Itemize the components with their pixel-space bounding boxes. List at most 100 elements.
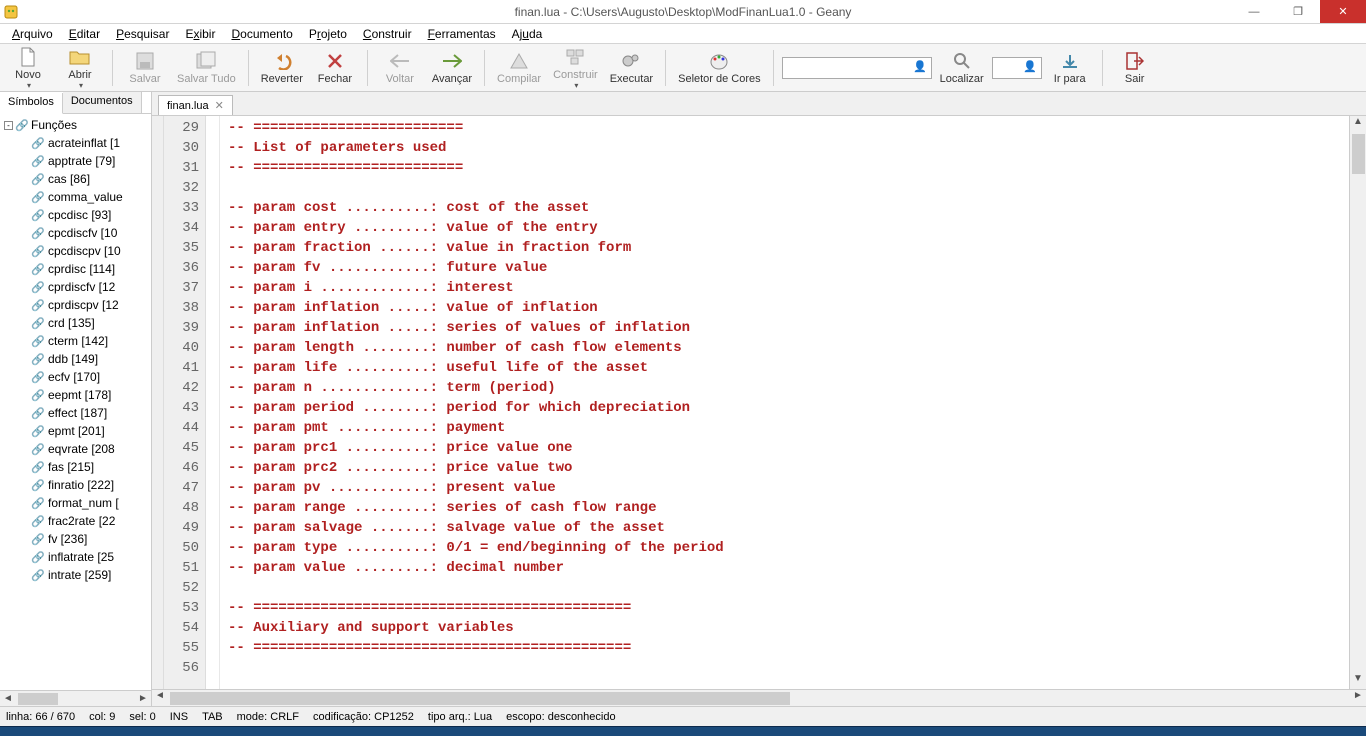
- symbol-item[interactable]: 🔗cpcdiscpv [10: [2, 242, 151, 260]
- bricks-icon: [564, 46, 586, 68]
- symbol-item[interactable]: 🔗format_num [: [2, 494, 151, 512]
- function-icon: 🔗: [32, 299, 44, 311]
- new-button[interactable]: Novo▾: [4, 46, 52, 90]
- window-title: finan.lua - C:\Users\Augusto\Desktop\Mod…: [515, 5, 852, 19]
- close-button[interactable]: ✕: [1320, 0, 1366, 23]
- quit-button[interactable]: Sair: [1111, 46, 1159, 90]
- separator: [248, 50, 249, 86]
- function-icon: 🔗: [16, 119, 28, 131]
- revert-button[interactable]: Reverter: [257, 46, 307, 90]
- symbol-item[interactable]: 🔗inflatrate [25: [2, 548, 151, 566]
- symbol-item[interactable]: 🔗ddb [149]: [2, 350, 151, 368]
- menu-documento[interactable]: Documento: [223, 25, 300, 43]
- tab-close-icon[interactable]: ✕: [215, 99, 224, 112]
- code-view[interactable]: -- =========================-- List of p…: [220, 116, 1349, 689]
- scroll-left-icon[interactable]: ◄: [0, 693, 16, 704]
- symbol-item[interactable]: 🔗cterm [142]: [2, 332, 151, 350]
- symbol-item[interactable]: 🔗eepmt [178]: [2, 386, 151, 404]
- symbol-item[interactable]: 🔗effect [187]: [2, 404, 151, 422]
- undo-icon: [271, 50, 293, 72]
- separator: [484, 50, 485, 86]
- sidebar-hscroll[interactable]: ◄ ►: [0, 690, 151, 706]
- function-icon: 🔗: [32, 389, 44, 401]
- back-button[interactable]: Voltar: [376, 46, 424, 90]
- titlebar: finan.lua - C:\Users\Augusto\Desktop\Mod…: [0, 0, 1366, 24]
- search-input[interactable]: 👤: [782, 57, 932, 79]
- symbol-item[interactable]: 🔗cpcdiscfv [10: [2, 224, 151, 242]
- symbol-item[interactable]: 🔗comma_value: [2, 188, 151, 206]
- line-gutter: 2930313233343536373839404142434445464748…: [164, 116, 206, 689]
- maximize-button[interactable]: ❐: [1276, 0, 1320, 23]
- status-ins: INS: [170, 711, 188, 723]
- menu-projeto[interactable]: Projeto: [301, 25, 355, 43]
- symbol-item[interactable]: 🔗ecfv [170]: [2, 368, 151, 386]
- scroll-thumb[interactable]: [1352, 134, 1365, 174]
- function-icon: 🔗: [32, 173, 44, 185]
- symbol-item[interactable]: 🔗cpcdisc [93]: [2, 206, 151, 224]
- main-area: Símbolos Documentos - 🔗 Funções 🔗acratei…: [0, 92, 1366, 706]
- statusbar: linha: 66 / 670 col: 9 sel: 0 INS TAB mo…: [0, 706, 1366, 726]
- symbol-item[interactable]: 🔗apptrate [79]: [2, 152, 151, 170]
- window-controls: ― ❐ ✕: [1232, 0, 1366, 23]
- editor-tab-finan[interactable]: finan.lua ✕: [158, 95, 233, 115]
- save-all-button[interactable]: Salvar Tudo: [173, 46, 240, 90]
- menu-pesquisar[interactable]: Pesquisar: [108, 25, 177, 43]
- editor-hscroll[interactable]: ◄ ►: [152, 689, 1366, 706]
- run-button[interactable]: Executar: [606, 46, 657, 90]
- goto-input[interactable]: 👤: [992, 57, 1042, 79]
- symbol-item[interactable]: 🔗crd [135]: [2, 314, 151, 332]
- symbol-item[interactable]: 🔗epmt [201]: [2, 422, 151, 440]
- build-button[interactable]: Construir▾: [549, 46, 602, 90]
- scroll-right-icon[interactable]: ►: [1350, 690, 1366, 706]
- scroll-left-icon[interactable]: ◄: [152, 690, 168, 706]
- symbol-item[interactable]: 🔗intrate [259]: [2, 566, 151, 584]
- status-filetype: tipo arq.: Lua: [428, 711, 492, 723]
- scroll-down-icon[interactable]: ▼: [1350, 673, 1366, 689]
- goto-button[interactable]: Ir para: [1046, 46, 1094, 90]
- symbol-list[interactable]: - 🔗 Funções 🔗acrateinflat [1🔗apptrate [7…: [0, 114, 151, 690]
- function-icon: 🔗: [32, 317, 44, 329]
- menu-editar[interactable]: Editar: [61, 25, 108, 43]
- scroll-right-icon[interactable]: ►: [135, 693, 151, 704]
- symbol-item[interactable]: 🔗cprdiscpv [12: [2, 296, 151, 314]
- app-icon: [0, 5, 22, 19]
- scroll-thumb[interactable]: [170, 692, 790, 705]
- status-line: linha: 66 / 670: [6, 711, 75, 723]
- symbol-root[interactable]: - 🔗 Funções: [2, 116, 151, 134]
- menu-construir[interactable]: Construir: [355, 25, 420, 43]
- color-picker-button[interactable]: Seletor de Cores: [674, 46, 765, 90]
- symbol-item[interactable]: 🔗eqvrate [208: [2, 440, 151, 458]
- function-icon: 🔗: [32, 263, 44, 275]
- menu-arquivo[interactable]: Arquivo: [4, 25, 61, 43]
- symbol-item[interactable]: 🔗fv [236]: [2, 530, 151, 548]
- symbol-item[interactable]: 🔗fas [215]: [2, 458, 151, 476]
- menu-ferramentas[interactable]: Ferramentas: [420, 25, 504, 43]
- tab-symbols[interactable]: Símbolos: [0, 93, 63, 114]
- open-button[interactable]: Abrir▾: [56, 46, 104, 90]
- symbol-item[interactable]: 🔗finratio [222]: [2, 476, 151, 494]
- arrow-left-icon: [389, 50, 411, 72]
- symbol-item[interactable]: 🔗frac2rate [22: [2, 512, 151, 530]
- tab-documents[interactable]: Documentos: [63, 92, 142, 113]
- editor-vscroll[interactable]: ▲ ▼: [1349, 116, 1366, 689]
- symbol-item[interactable]: 🔗acrateinflat [1: [2, 134, 151, 152]
- scroll-thumb[interactable]: [18, 693, 58, 705]
- status-mode: mode: CRLF: [237, 711, 299, 723]
- menu-exibir[interactable]: Exibir: [177, 25, 223, 43]
- forward-button[interactable]: Avançar: [428, 46, 476, 90]
- status-scope: escopo: desconhecido: [506, 711, 615, 723]
- close-file-button[interactable]: Fechar: [311, 46, 359, 90]
- collapse-icon[interactable]: -: [4, 121, 13, 130]
- function-icon: 🔗: [32, 443, 44, 455]
- symbol-item[interactable]: 🔗cprdiscfv [12: [2, 278, 151, 296]
- function-icon: 🔗: [32, 245, 44, 257]
- compile-button[interactable]: Compilar: [493, 46, 545, 90]
- menu-ajuda[interactable]: Ajuda: [504, 25, 551, 43]
- minimize-button[interactable]: ―: [1232, 0, 1276, 23]
- find-button[interactable]: Localizar: [936, 46, 988, 90]
- save-button[interactable]: Salvar: [121, 46, 169, 90]
- symbol-item[interactable]: 🔗cprdisc [114]: [2, 260, 151, 278]
- scroll-up-icon[interactable]: ▲: [1350, 116, 1366, 132]
- side-panel: Símbolos Documentos - 🔗 Funções 🔗acratei…: [0, 92, 152, 706]
- symbol-item[interactable]: 🔗cas [86]: [2, 170, 151, 188]
